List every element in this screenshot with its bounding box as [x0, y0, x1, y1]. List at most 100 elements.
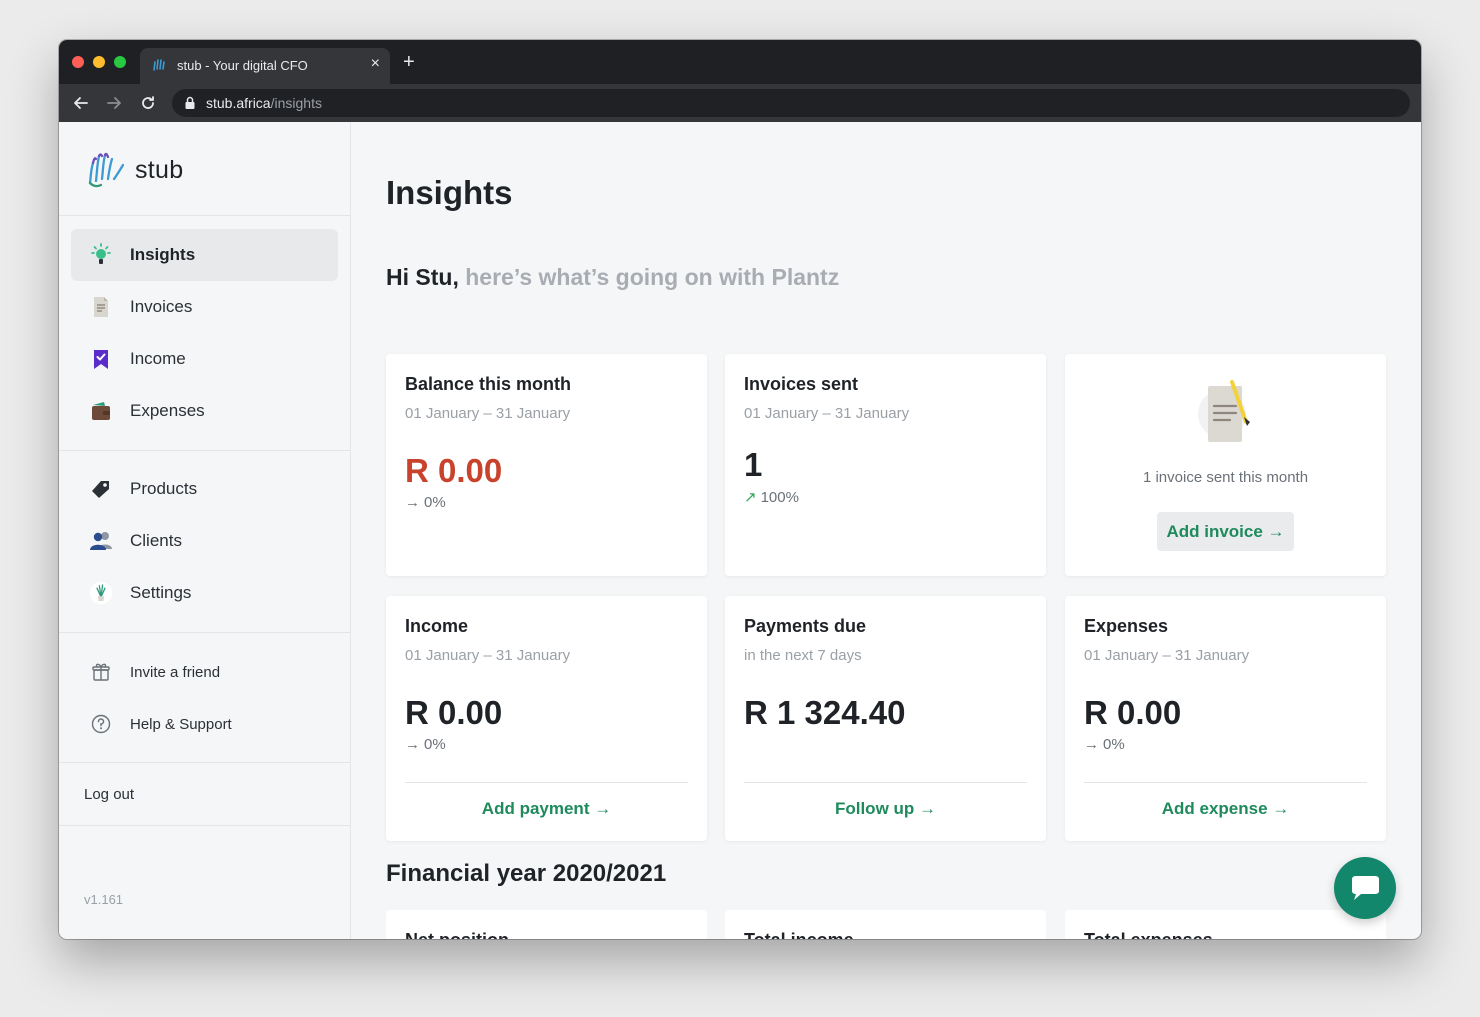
sidebar-item-products[interactable]: Products [71, 463, 338, 515]
card-title: Total income [744, 930, 854, 939]
change-percent: 0% [424, 494, 446, 511]
sidebar: stub Insights Invoices Income Expenses P… [59, 122, 351, 939]
url-path: /insights [270, 95, 322, 111]
minimize-window-button[interactable] [93, 56, 105, 68]
change-indicator: → 0% [1084, 736, 1125, 753]
sidebar-divider [59, 762, 350, 763]
sidebar-item-label: Expenses [130, 401, 205, 420]
arrow-right-icon: → [405, 494, 420, 511]
question-circle-icon [89, 712, 113, 736]
change-indicator: → 0% [405, 494, 446, 511]
back-arrow-icon[interactable] [69, 91, 93, 115]
change-indicator: → 0% [405, 736, 446, 753]
add-invoice-button[interactable]: Add invoice → [1157, 512, 1294, 551]
balance-card: Balance this month 01 January – 31 Janua… [386, 354, 707, 576]
sidebar-item-invite-friend[interactable]: Invite a friend [71, 646, 338, 698]
reload-icon[interactable] [136, 91, 160, 115]
sidebar-divider [59, 215, 350, 216]
card-divider [405, 782, 688, 783]
gift-icon [89, 660, 113, 684]
arrow-right-icon: → [405, 736, 420, 753]
change-percent: 0% [1103, 736, 1125, 753]
card-title: Expenses [1084, 616, 1169, 636]
total-expenses-card: Total expenses [1065, 910, 1386, 939]
sidebar-item-invoices[interactable]: Invoices [71, 281, 338, 333]
invoice-notice-card: 1 invoice sent this month Add invoice → [1065, 354, 1386, 576]
address-bar[interactable]: stub.africa/insights [172, 89, 1410, 117]
sidebar-item-help-support[interactable]: Help & Support [71, 698, 338, 750]
sidebar-item-clients[interactable]: Clients [71, 515, 338, 567]
sidebar-item-settings[interactable]: Settings [71, 567, 338, 619]
sidebar-item-label: Clients [130, 531, 182, 550]
card-title: Income [405, 616, 469, 636]
logout-link[interactable]: Log out [84, 786, 134, 803]
sidebar-divider [59, 450, 350, 451]
card-divider [1084, 782, 1367, 783]
browser-tab[interactable]: stub - Your digital CFO × [140, 48, 390, 84]
card-title: Payments due [744, 616, 867, 636]
browser-chrome: stub - Your digital CFO × + stub.africa/… [59, 40, 1421, 122]
trend-up-arrow-icon: ↗ [744, 489, 757, 506]
card-title: Balance this month [405, 374, 572, 394]
payments-due-value: R 1 324.40 [744, 694, 906, 731]
invoices-sent-value: 1 [744, 446, 763, 483]
document-icon [89, 295, 113, 319]
card-date-range: 01 January – 31 January [1084, 647, 1250, 664]
income-value: R 0.00 [405, 694, 503, 731]
sidebar-item-label: Invite a friend [130, 663, 221, 681]
payments-due-card: Payments due in the next 7 days R 1 324.… [725, 596, 1046, 841]
tab-title: stub - Your digital CFO [177, 58, 308, 73]
maximize-window-button[interactable] [114, 56, 126, 68]
stub-favicon-icon [153, 59, 165, 71]
add-expense-link[interactable]: Add expense → [1065, 799, 1386, 819]
card-divider [744, 782, 1027, 783]
checked-bookmark-icon [89, 347, 113, 371]
greeting: Hi Stu, here’s what’s going on with Plan… [386, 264, 839, 291]
expenses-card: Expenses 01 January – 31 January R 0.00 … [1065, 596, 1386, 841]
financial-year-title: Financial year 2020/2021 [386, 860, 667, 887]
card-title: Total expenses [1084, 930, 1213, 939]
expenses-value: R 0.00 [1084, 694, 1182, 731]
add-payment-link[interactable]: Add payment → [386, 799, 707, 819]
card-title: Net position [405, 930, 509, 939]
people-icon [89, 529, 113, 553]
version-label: v1.161 [84, 892, 124, 907]
card-title: Invoices sent [744, 374, 859, 394]
sidebar-divider [59, 825, 350, 826]
change-percent: 100% [760, 489, 799, 506]
sidebar-item-insights[interactable]: Insights [71, 229, 338, 281]
url-domain: stub.africa [206, 95, 271, 111]
close-window-button[interactable] [72, 56, 84, 68]
card-date-range: 01 January – 31 January [405, 405, 571, 422]
greeting-message: here’s what’s going on with Plantz [465, 264, 840, 290]
sidebar-item-label: Income [130, 349, 186, 368]
card-date-range: 01 January – 31 January [744, 405, 910, 422]
tab-close-icon[interactable]: × [371, 55, 380, 73]
sidebar-item-income[interactable]: Income [71, 333, 338, 385]
follow-up-link[interactable]: Follow up → [725, 799, 1046, 819]
lock-icon [185, 96, 195, 109]
card-period: in the next 7 days [744, 647, 862, 664]
wallet-icon [89, 399, 113, 423]
stub-logo[interactable]: stub [87, 150, 183, 190]
page-title: Insights [386, 174, 513, 211]
sidebar-item-label: Help & Support [130, 715, 232, 733]
new-tab-button[interactable]: + [403, 52, 415, 72]
arrow-right-icon: → [1084, 736, 1099, 753]
invoice-notice-text: 1 invoice sent this month [1142, 469, 1309, 486]
main-content: Insights Hi Stu, here’s what’s going on … [351, 122, 1421, 939]
greeting-name: Hi Stu, [386, 264, 459, 290]
change-indicator: ↗ 100% [744, 488, 799, 506]
forward-arrow-icon[interactable] [102, 91, 126, 115]
chat-button[interactable] [1334, 857, 1396, 919]
card-date-range: 01 January – 31 January [405, 647, 571, 664]
sidebar-item-label: Invoices [130, 297, 193, 316]
sidebar-item-label: Products [130, 479, 198, 498]
lightbulb-icon [89, 243, 113, 267]
sidebar-item-label: Insights [130, 245, 196, 264]
change-percent: 0% [424, 736, 446, 753]
sidebar-item-expenses[interactable]: Expenses [71, 385, 338, 437]
url-text: stub.africa/insights [206, 95, 322, 111]
total-income-card: Total income [725, 910, 1046, 939]
browser-toolbar: stub.africa/insights [59, 84, 1421, 122]
